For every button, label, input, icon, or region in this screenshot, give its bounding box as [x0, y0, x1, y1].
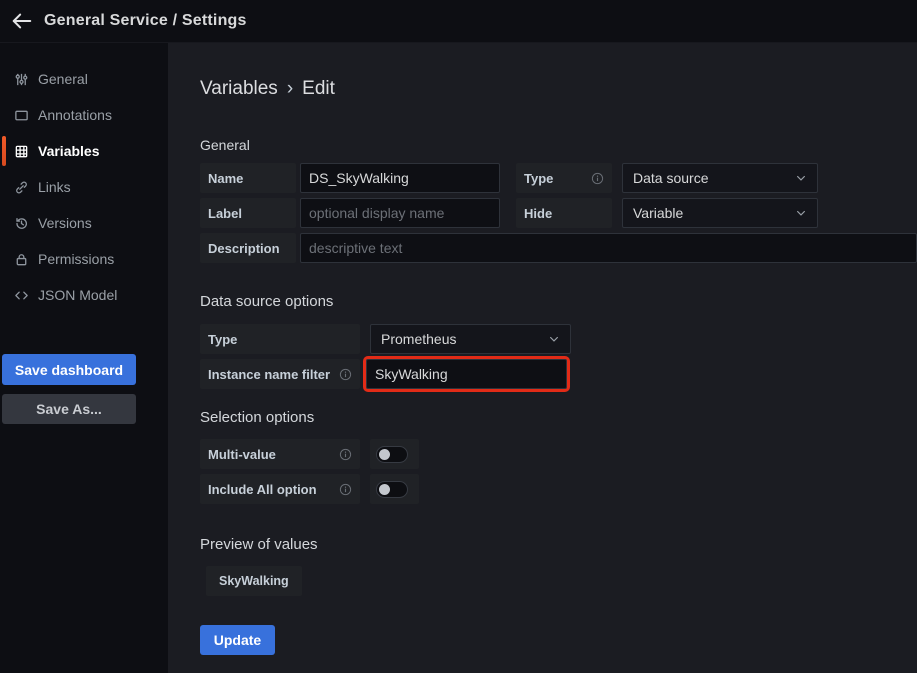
back-arrow-icon[interactable]: [0, 0, 44, 43]
multi-value-row: Multi-value: [200, 439, 917, 469]
sliders-icon: [13, 71, 29, 87]
name-label: Name: [200, 163, 296, 193]
sidebar-item-label: Links: [38, 179, 71, 195]
name-row: Name Type Data source: [200, 163, 917, 193]
breadcrumb-separator: ›: [287, 78, 293, 99]
save-dashboard-button[interactable]: Save dashboard: [2, 354, 136, 385]
variable-label-input[interactable]: [300, 198, 500, 228]
toggle-track: [376, 446, 408, 463]
top-header-bar: General Service / Settings: [0, 0, 917, 43]
datasource-type-row: Type Prometheus: [200, 324, 917, 354]
sidebar-item-label: Annotations: [38, 107, 112, 123]
label-row: Label Hide Variable: [200, 198, 917, 228]
link-icon: [13, 179, 29, 195]
preview-value-chip: SkyWalking: [206, 566, 302, 596]
description-row: Description: [200, 233, 917, 263]
include-all-row: Include All option: [200, 474, 917, 504]
variable-description-input[interactable]: [300, 233, 917, 263]
sidebar-item-label: JSON Model: [38, 287, 117, 303]
general-section-heading: General: [200, 137, 917, 153]
sidebar-item-permissions[interactable]: Permissions: [0, 241, 168, 277]
breadcrumb: Variables › Edit: [200, 78, 917, 100]
variables-edit-panel: Variables › Edit General Name Type: [168, 43, 917, 673]
include-all-toggle[interactable]: [370, 474, 419, 504]
sidebar-item-general[interactable]: General: [0, 61, 168, 97]
instance-name-filter-input[interactable]: [366, 359, 567, 389]
settings-sidebar: General Annotations Variables Links: [0, 43, 168, 673]
hide-label: Hide: [516, 198, 612, 228]
sidebar-item-versions[interactable]: Versions: [0, 205, 168, 241]
data-source-options-heading: Data source options: [200, 293, 917, 311]
type-label: Type: [516, 163, 612, 193]
info-circle-icon[interactable]: [339, 368, 352, 381]
multi-value-label: Multi-value: [200, 439, 360, 469]
chevron-down-icon: [795, 207, 807, 219]
history-icon: [13, 215, 29, 231]
active-indicator-bar: [2, 136, 6, 166]
variables-grid-icon: [13, 143, 29, 159]
hide-select[interactable]: Variable: [622, 198, 818, 228]
breadcrumb-page: Edit: [302, 78, 335, 99]
sidebar-item-links[interactable]: Links: [0, 169, 168, 205]
variable-type-select[interactable]: Data source: [622, 163, 818, 193]
code-brackets-icon: [13, 287, 29, 303]
update-button[interactable]: Update: [200, 625, 275, 655]
sidebar-item-variables[interactable]: Variables: [0, 133, 168, 169]
variable-name-input[interactable]: [300, 163, 500, 193]
label-label: Label: [200, 198, 296, 228]
description-label: Description: [200, 233, 296, 263]
lock-icon: [13, 251, 29, 267]
sidebar-item-annotations[interactable]: Annotations: [0, 97, 168, 133]
toggle-knob: [379, 449, 390, 460]
datasource-type-select[interactable]: Prometheus: [370, 324, 571, 354]
breadcrumb-section[interactable]: Variables: [200, 78, 278, 99]
include-all-label: Include All option: [200, 474, 360, 504]
page-title: General Service / Settings: [44, 12, 247, 30]
sidebar-item-json-model[interactable]: JSON Model: [0, 277, 168, 313]
sidebar-item-label: Permissions: [38, 251, 114, 267]
chevron-down-icon: [548, 333, 560, 345]
info-circle-icon[interactable]: [591, 172, 604, 185]
datasource-type-label: Type: [200, 324, 360, 354]
sidebar-item-label: Versions: [38, 215, 92, 231]
selection-options-heading: Selection options: [200, 409, 917, 427]
toggle-track: [376, 481, 408, 498]
save-as-button[interactable]: Save As...: [2, 394, 136, 424]
multi-value-toggle[interactable]: [370, 439, 419, 469]
sidebar-item-label: Variables: [38, 143, 100, 159]
instance-name-filter-row: Instance name filter: [200, 359, 917, 389]
instance-name-filter-label: Instance name filter: [200, 359, 360, 389]
annotation-icon: [13, 107, 29, 123]
toggle-knob: [379, 484, 390, 495]
info-circle-icon[interactable]: [339, 448, 352, 461]
preview-of-values-heading: Preview of values: [200, 536, 917, 554]
sidebar-item-label: General: [38, 71, 88, 87]
info-circle-icon[interactable]: [339, 483, 352, 496]
chevron-down-icon: [795, 172, 807, 184]
